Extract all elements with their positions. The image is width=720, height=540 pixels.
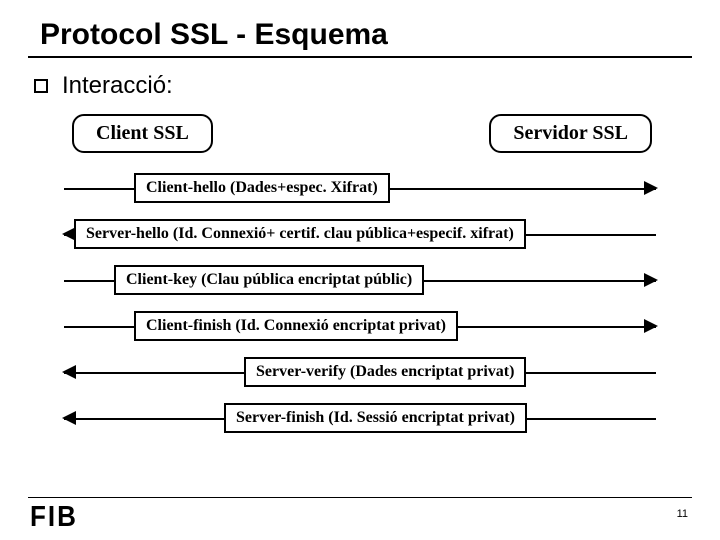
message-row: Server-verify (Dades encriptat privat) — [64, 355, 656, 389]
message-row: Client-finish (Id. Connexió encriptat pr… — [64, 309, 656, 343]
page-number: 11 — [677, 508, 688, 520]
footer-divider — [28, 497, 692, 498]
bullet-item: Interacció: — [34, 72, 692, 100]
message-area: Client-hello (Dades+espec. Xifrat) Server… — [28, 171, 692, 435]
server-box: Servidor SSL — [489, 114, 652, 153]
message-row: Client-key (Clau pública encriptat públi… — [64, 263, 656, 297]
client-box: Client SSL — [72, 114, 213, 153]
message-label: Server-finish (Id. Sessió encriptat priv… — [224, 403, 527, 433]
title-divider — [28, 56, 692, 58]
message-label: Client-hello (Dades+espec. Xifrat) — [134, 173, 390, 203]
arrow-right-icon — [644, 273, 658, 287]
arrow-right-icon — [644, 181, 658, 195]
bullet-square-icon — [34, 79, 48, 93]
message-label: Client-finish (Id. Connexió encriptat pr… — [134, 311, 458, 341]
message-label: Server-verify (Dades encriptat privat) — [244, 357, 526, 387]
bullet-label: Interacció: — [62, 72, 173, 100]
message-row: Client-hello (Dades+espec. Xifrat) — [64, 171, 656, 205]
arrow-left-icon — [62, 365, 76, 379]
arrow-right-icon — [644, 319, 658, 333]
message-row: Server-hello (Id. Connexió+ certif. clau… — [64, 217, 656, 251]
arrow-left-icon — [62, 411, 76, 425]
fib-logo: FIB — [30, 499, 78, 533]
message-label: Server-hello (Id. Connexió+ certif. clau… — [74, 219, 526, 249]
message-row: Server-finish (Id. Sessió encriptat priv… — [64, 401, 656, 435]
actor-row: Client SSL Servidor SSL — [28, 114, 692, 153]
slide-title: Protocol SSL - Esquema — [28, 18, 692, 56]
message-label: Client-key (Clau pública encriptat públi… — [114, 265, 424, 295]
